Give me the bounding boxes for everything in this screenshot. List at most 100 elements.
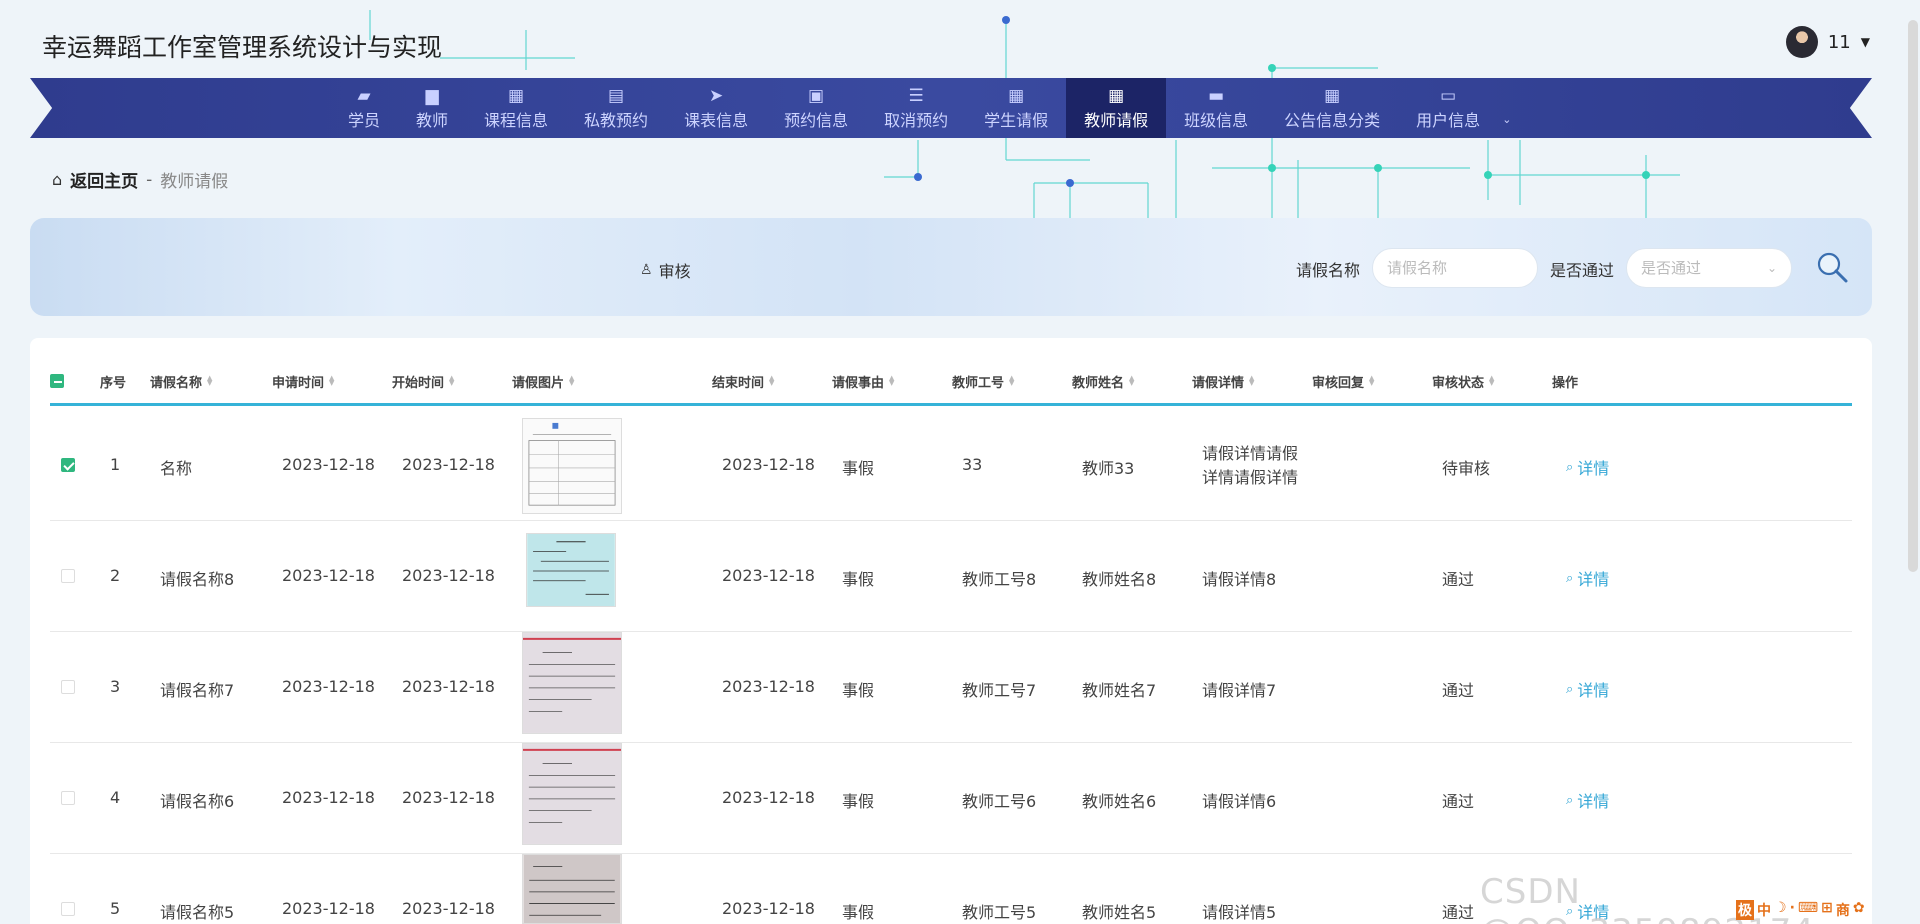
cell-index: 4 bbox=[110, 788, 121, 807]
nav-item-label: 课表信息 bbox=[684, 111, 749, 130]
briefcase-icon: ▰ bbox=[357, 86, 371, 106]
cell-leave-detail: 请假详情8 bbox=[1202, 570, 1277, 589]
sort-icon: ▲ ▼ bbox=[569, 374, 575, 387]
nav-item-student-leave[interactable]: ▦ 学生请假 bbox=[966, 78, 1066, 138]
table-row[interactable]: 2 请假名称8 2023-12-18 2023-12-18 2023-12-18… bbox=[50, 521, 1852, 632]
nav-item-notice-category[interactable]: ▦ 公告信息分类 bbox=[1266, 78, 1398, 138]
sort-icon: ▲ ▼ bbox=[207, 374, 213, 387]
header-leave-image[interactable]: 请假图片 ▲ ▼ bbox=[512, 370, 574, 392]
cell-reason: 事假 bbox=[842, 903, 875, 922]
cell-teacher-name: 教师姓名8 bbox=[1082, 570, 1157, 589]
header-end-time[interactable]: 结束时间 ▲ ▼ bbox=[712, 370, 774, 392]
ime-icon[interactable]: · bbox=[1790, 900, 1795, 920]
header-audit-reply[interactable]: 审核回复 ▲ ▼ bbox=[1312, 370, 1374, 392]
header-audit-status[interactable]: 审核状态 ▲ ▼ bbox=[1432, 370, 1494, 392]
page-scrollbar[interactable] bbox=[1908, 20, 1918, 572]
sort-icon: ▲ ▼ bbox=[1129, 374, 1135, 387]
user-name: 11 bbox=[1827, 31, 1851, 53]
nav-item-label: 预约信息 bbox=[784, 111, 849, 130]
table-row[interactable]: 3 请假名称7 2023-12-18 2023-12-18 2023-12-18… bbox=[50, 632, 1852, 743]
breadcrumb-current: 教师请假 bbox=[160, 172, 229, 192]
header-apply-time[interactable]: 申请时间 ▲ ▼ bbox=[272, 370, 334, 392]
ime-icon[interactable]: ⌨ bbox=[1798, 900, 1818, 920]
cell-leave-detail: 请假详情6 bbox=[1202, 792, 1277, 811]
nav-item-label: 教师 bbox=[416, 111, 449, 130]
ime-icon[interactable]: ✿ bbox=[1853, 900, 1865, 920]
nav-item-teachers[interactable]: ▆ 教师 bbox=[398, 78, 466, 138]
nav-item-label: 学员 bbox=[348, 111, 381, 130]
list-icon: ☰ bbox=[908, 86, 924, 106]
nav-item-label: 学生请假 bbox=[984, 111, 1049, 130]
header-leave-name[interactable]: 请假名称 ▲ ▼ bbox=[150, 370, 212, 392]
detail-button[interactable]: ⌕ 详情 bbox=[1566, 788, 1609, 812]
detail-button[interactable]: ⌕ 详情 bbox=[1566, 455, 1609, 479]
nav-more-chevron[interactable]: ⌄ bbox=[1498, 78, 1515, 138]
nav-item-label: 教师请假 bbox=[1084, 111, 1149, 130]
nav-item-courses[interactable]: ▦ 课程信息 bbox=[466, 78, 566, 138]
ticket-icon: ▬ bbox=[1208, 86, 1225, 106]
avatar[interactable] bbox=[1785, 26, 1818, 58]
leave-image-thumbnail[interactable] bbox=[522, 632, 622, 734]
leave-name-label: 请假名称 bbox=[1296, 261, 1361, 280]
chevron-down-icon: ▼ bbox=[1860, 35, 1870, 49]
cell-end-time: 2023-12-18 bbox=[722, 899, 815, 918]
row-checkbox[interactable] bbox=[61, 569, 75, 583]
home-icon: ⌂ bbox=[52, 170, 63, 189]
header-teacher-name[interactable]: 教师姓名 ▲ ▼ bbox=[1072, 370, 1134, 392]
leave-name-input[interactable]: 请假名称 bbox=[1372, 248, 1538, 288]
ime-icon[interactable]: ⊞ bbox=[1821, 900, 1833, 920]
row-checkbox[interactable] bbox=[61, 680, 75, 694]
sort-icon: ▲ ▼ bbox=[1249, 374, 1255, 387]
nav-item-schedule[interactable]: ➤ 课表信息 bbox=[666, 78, 766, 138]
nav-item-label: 私教预约 bbox=[584, 111, 649, 130]
breadcrumb: ⌂ 返回主页 - 教师请假 bbox=[52, 167, 229, 193]
leave-image-thumbnail[interactable] bbox=[522, 743, 622, 845]
search-icon[interactable] bbox=[1815, 250, 1849, 284]
cell-leave-name: 名称 bbox=[160, 459, 193, 478]
nav-item-teacher-leave[interactable]: ▦ 教师请假 bbox=[1066, 78, 1167, 138]
nav-item-private-booking[interactable]: ▤ 私教预约 bbox=[566, 78, 666, 138]
sort-icon: ▲ ▼ bbox=[1009, 374, 1015, 387]
audit-button[interactable]: ♙ 审核 bbox=[640, 258, 691, 282]
select-all-checkbox[interactable] bbox=[50, 374, 64, 388]
nav-item-classes[interactable]: ▬ 班级信息 bbox=[1166, 78, 1266, 138]
ime-icon[interactable]: 极 bbox=[1736, 900, 1754, 920]
nav-item-label: 用户信息 bbox=[1416, 111, 1481, 130]
ime-icon[interactable]: 中 bbox=[1757, 900, 1771, 920]
ime-icon[interactable]: 商 bbox=[1836, 900, 1850, 920]
leave-image-thumbnail[interactable] bbox=[522, 854, 622, 924]
detail-button[interactable]: ⌕ 详情 bbox=[1566, 566, 1609, 590]
ime-toolbar[interactable]: 极 中 ☽ · ⌨ ⊞ 商 ✿ bbox=[1736, 900, 1865, 920]
header-teacher-no[interactable]: 教师工号 ▲ ▼ bbox=[952, 370, 1014, 392]
zoom-icon: ⌕ bbox=[1566, 681, 1574, 697]
header-leave-detail[interactable]: 请假详情 ▲ ▼ bbox=[1192, 370, 1254, 392]
chat-icon: ▤ bbox=[608, 86, 625, 106]
table-row[interactable]: 4 请假名称6 2023-12-18 2023-12-18 2023-12-18… bbox=[50, 743, 1852, 854]
grid-icon: ▦ bbox=[508, 86, 525, 106]
cell-start-time: 2023-12-18 bbox=[402, 677, 495, 696]
sort-icon: ▲ ▼ bbox=[889, 374, 895, 387]
cell-reason: 事假 bbox=[842, 681, 875, 700]
pass-filter-select[interactable]: 是否通过 ⌄ bbox=[1626, 248, 1792, 288]
leave-image-thumbnail[interactable] bbox=[522, 418, 622, 514]
nav-item-cancel-booking[interactable]: ☰ 取消预约 bbox=[866, 78, 966, 138]
user-menu[interactable]: 11 ▼ bbox=[1785, 26, 1870, 58]
header-start-time[interactable]: 开始时间 ▲ ▼ bbox=[392, 370, 454, 392]
row-checkbox[interactable] bbox=[61, 458, 75, 472]
header-reason[interactable]: 请假事由 ▲ ▼ bbox=[832, 370, 894, 392]
cell-leave-detail: 请假详情7 bbox=[1202, 681, 1277, 700]
breadcrumb-home-link[interactable]: 返回主页 bbox=[70, 167, 138, 192]
header-actions: 操作 bbox=[1552, 375, 1579, 391]
nav-item-user-info[interactable]: ▭ 用户信息 bbox=[1398, 78, 1498, 138]
cell-audit-status: 通过 bbox=[1442, 570, 1475, 589]
zoom-icon: ⌕ bbox=[1566, 459, 1574, 475]
nav-item-students[interactable]: ▰ 学员 bbox=[330, 78, 398, 138]
row-checkbox[interactable] bbox=[61, 902, 75, 916]
detail-button[interactable]: ⌕ 详情 bbox=[1566, 677, 1609, 701]
ime-icon[interactable]: ☽ bbox=[1774, 900, 1787, 920]
table-row[interactable]: 1 名称 2023-12-18 2023-12-18 2023-12-18 事假… bbox=[50, 410, 1852, 521]
leave-image-thumbnail[interactable] bbox=[526, 533, 616, 607]
cell-apply-time: 2023-12-18 bbox=[282, 899, 375, 918]
row-checkbox[interactable] bbox=[61, 791, 75, 805]
nav-item-bookings[interactable]: ▣ 预约信息 bbox=[766, 78, 866, 138]
